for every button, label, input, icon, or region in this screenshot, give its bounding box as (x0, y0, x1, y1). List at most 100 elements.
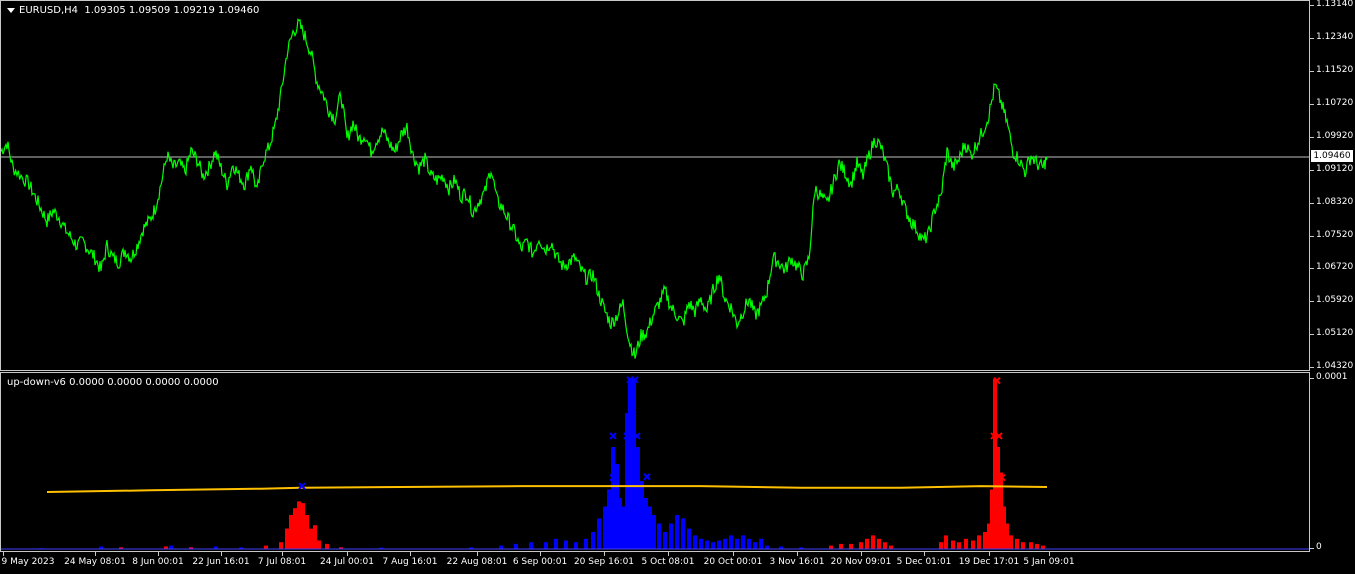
down-histogram-bar (293, 508, 297, 549)
price-tick (1310, 5, 1314, 6)
price-tick (1310, 301, 1314, 303)
price-tick (1310, 104, 1314, 106)
time-label: 20 Nov 09:01 (830, 557, 892, 567)
indicator-axis[interactable]: 0.0001 0 (1310, 372, 1355, 552)
up-histogram-bar (640, 481, 644, 549)
price-tick (1310, 367, 1314, 368)
time-label: 9 May 2023 (1, 557, 55, 567)
time-axis[interactable]: 9 May 2023 24 May 08:01 8 Jun 00:01 22 Jun … (0, 552, 1310, 574)
up-histogram-bar (529, 542, 533, 549)
down-histogram-bar (939, 542, 943, 549)
up-histogram-bar (652, 515, 656, 549)
signal-cross-marker (643, 473, 651, 481)
signal-line (46, 485, 1048, 493)
time-tick (3, 552, 4, 556)
down-histogram-bar (859, 542, 863, 549)
up-histogram-bar (735, 538, 739, 549)
chart-low: 1.09219 (173, 5, 215, 16)
up-histogram-bar (747, 538, 751, 549)
up-histogram-bar (663, 532, 667, 549)
indicator-label: 0.0001 (1316, 372, 1348, 382)
down-histogram-bar (1041, 545, 1045, 549)
indicator-tick (1310, 378, 1314, 379)
down-histogram-bar (264, 545, 268, 549)
chart-symbol: EURUSD,H4 (19, 5, 79, 16)
down-histogram-bar (289, 515, 293, 549)
up-histogram-bar (644, 498, 648, 549)
down-histogram-bar (944, 535, 948, 549)
price-label: 1.09120 (1316, 163, 1354, 174)
price-series-line (1, 18, 1048, 359)
time-tick (540, 552, 541, 556)
price-label: 1.11520 (1316, 65, 1354, 76)
time-label: 7 Jul 08:01 (257, 557, 307, 567)
price-chart-canvas (1, 18, 1309, 359)
down-histogram-bar (1009, 535, 1013, 549)
price-tick (1310, 137, 1314, 139)
up-histogram-bar (544, 542, 548, 549)
chart-menu-triangle-icon[interactable] (7, 7, 15, 13)
down-histogram-bar (877, 538, 881, 549)
up-histogram-bar (741, 535, 745, 549)
up-histogram-bar (657, 523, 661, 549)
time-label: 3 Nov 16:01 (769, 557, 825, 567)
price-axis[interactable]: 1.13140 1.12340 1.11520 1.10720 1.09920 1.091… (1310, 0, 1355, 371)
indicator-pane[interactable]: up-down-v6 0.0000 0.0000 0.0000 0.0000 (0, 372, 1310, 552)
price-tick (1310, 268, 1314, 270)
time-label: 24 Jul 00:01 (320, 557, 374, 567)
down-histogram-bar (309, 528, 313, 549)
up-histogram-bar (687, 528, 691, 549)
indicator-values: 0.0000 0.0000 0.0000 0.0000 (69, 377, 219, 388)
chart-header: EURUSD,H4 1.09305 1.09509 1.09219 1.0946… (7, 5, 259, 16)
up-histogram-bar (675, 515, 679, 549)
down-histogram-bar (839, 543, 843, 549)
up-histogram-bar (759, 538, 763, 549)
up-histogram-bar (591, 532, 595, 549)
up-histogram-bar (628, 379, 632, 549)
down-histogram-bar (977, 535, 981, 549)
up-histogram-bar (669, 523, 673, 549)
price-label: 1.13140 (1316, 0, 1354, 9)
up-histogram-bar (705, 540, 709, 549)
up-histogram-bar (169, 545, 173, 549)
up-histogram-bar (618, 498, 622, 549)
up-histogram-bar (514, 543, 518, 549)
up-histogram-bar (753, 542, 757, 549)
indicator-tick (1310, 548, 1314, 549)
up-histogram-bar (607, 489, 611, 549)
up-histogram-bar (499, 545, 503, 549)
time-tick (668, 552, 669, 556)
price-tick (1310, 71, 1314, 73)
current-price-badge: 1.09460 (1311, 150, 1353, 163)
time-label: 19 Dec 17:01 (958, 557, 1020, 567)
down-histogram-bar (951, 540, 955, 549)
price-label: 1.07520 (1316, 229, 1354, 240)
price-tick (1310, 235, 1314, 237)
down-histogram-bar (1015, 538, 1019, 549)
down-histogram-bar (285, 528, 289, 549)
signal-cross-marker (609, 432, 617, 440)
price-tick (1310, 169, 1314, 171)
down-histogram-bar (1005, 523, 1009, 549)
time-label: 5 Jan 09:01 (1023, 557, 1075, 567)
up-histogram-bar (717, 540, 721, 549)
down-histogram-bar (305, 515, 309, 549)
price-label: 1.05120 (1316, 328, 1354, 339)
up-histogram-bar (584, 538, 588, 549)
time-tick (604, 552, 605, 556)
down-histogram-bar (964, 538, 968, 549)
price-label: 1.08320 (1316, 196, 1354, 207)
down-histogram-bar (889, 545, 893, 549)
time-tick (1049, 552, 1050, 556)
down-histogram-bar (971, 540, 975, 549)
price-chart-pane[interactable]: EURUSD,H4 1.09305 1.09509 1.09219 1.0946… (0, 0, 1310, 371)
time-label: 6 Sep 00:01 (512, 557, 568, 567)
time-label: 8 Jun 00:01 (132, 557, 184, 567)
down-histogram-bar (829, 545, 833, 549)
down-histogram-bar (279, 542, 283, 549)
indicator-canvas (1, 376, 1309, 550)
price-label: 1.05920 (1316, 295, 1354, 306)
up-histogram-bar (574, 542, 578, 549)
time-tick (477, 552, 478, 556)
down-histogram-bar (313, 525, 317, 549)
